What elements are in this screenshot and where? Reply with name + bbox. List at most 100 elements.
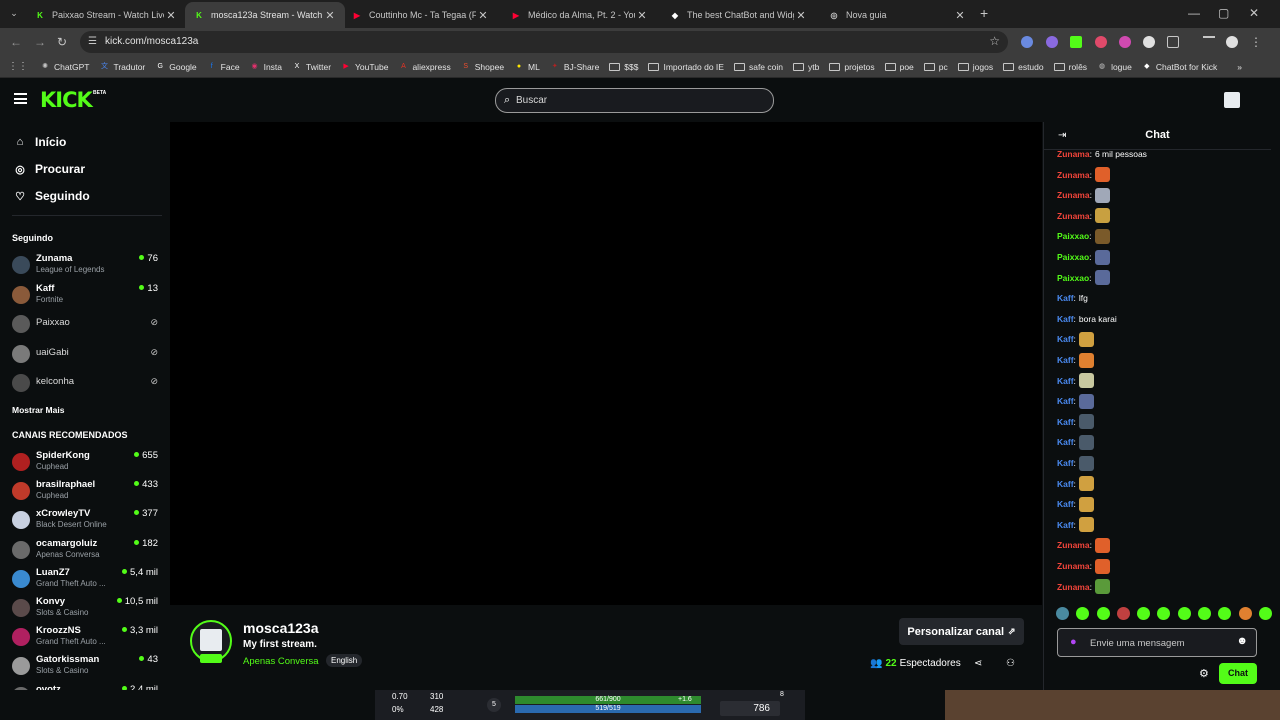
quick-emote[interactable] (1096, 607, 1110, 620)
new-tab-button[interactable]: + (980, 5, 988, 21)
forward-icon[interactable]: → (34, 35, 46, 49)
search-bar[interactable]: ⌕ (495, 88, 774, 113)
close-window-icon[interactable]: ✕ (1249, 6, 1259, 20)
chat-username[interactable]: Kaff (1057, 314, 1074, 324)
url-text[interactable]: kick.com/mosca123a (105, 36, 198, 47)
chat-username[interactable]: Kaff (1057, 376, 1074, 386)
bookmark-item[interactable]: Importado do IE (648, 62, 724, 72)
chat-username[interactable]: Zunama (1057, 211, 1090, 221)
extension-icon[interactable] (1143, 36, 1155, 48)
sidebar-channel[interactable]: SpiderKong Cuphead 655 (12, 450, 162, 478)
bookmark-item[interactable]: ✦ BJ-Share (550, 62, 599, 72)
chat-username[interactable]: Zunama (1057, 149, 1090, 159)
tab-close-icon[interactable]: ✕ (635, 9, 649, 22)
bookmark-item[interactable]: ytb (793, 62, 819, 72)
bookmark-item[interactable]: Aaliexpress (398, 62, 451, 72)
reload-icon[interactable]: ↻ (57, 35, 67, 49)
bookmark-item[interactable]: poe (884, 62, 914, 72)
chat-username[interactable]: Paixxao (1057, 231, 1089, 241)
browser-tab[interactable]: Kmosca123a Stream - Watch Live✕ (185, 2, 345, 28)
sidebar-channel[interactable]: Paixxao ⊘ (12, 312, 162, 340)
bookmark-item[interactable]: ● ML (514, 62, 540, 72)
show-more-link[interactable]: Mostrar Mais (12, 405, 64, 415)
share-icon[interactable]: ⋖ (974, 658, 982, 669)
sidebar-channel[interactable]: kelconha ⊘ (12, 371, 162, 399)
chat-username[interactable]: Kaff (1057, 520, 1074, 530)
bookmark-star-icon[interactable]: ☆ (989, 34, 1000, 48)
tab-close-icon[interactable]: ✕ (953, 9, 967, 22)
chat-username[interactable]: Paixxao (1057, 273, 1089, 283)
chat-username[interactable]: Kaff (1057, 334, 1074, 344)
sidebar-channel[interactable]: Konvy Slots & Casino 10,5 mil (12, 596, 162, 624)
tab-search-icon[interactable]: ⌄ (6, 5, 22, 21)
extension-icon[interactable] (1095, 36, 1107, 48)
back-icon[interactable]: ← (10, 35, 22, 49)
minimize-icon[interactable]: — (1188, 6, 1200, 20)
chat-username[interactable]: Kaff (1057, 355, 1074, 365)
quick-emote[interactable] (1056, 607, 1069, 620)
chat-username[interactable]: Zunama (1057, 190, 1090, 200)
kick-logo[interactable]: KICK (40, 88, 93, 112)
user-avatar[interactable] (1224, 92, 1240, 108)
browser-tab[interactable]: ◆ The best ChatBot and Widgets✕ (661, 2, 816, 28)
quick-emote[interactable] (1157, 607, 1171, 620)
apps-grid-icon[interactable]: ⋮⋮ (8, 61, 28, 72)
quick-emote[interactable] (1218, 607, 1232, 620)
sidebar-channel[interactable]: xCrowleyTV Black Desert Online 377 (12, 508, 162, 536)
tab-close-icon[interactable]: ✕ (323, 9, 337, 22)
nav-compass[interactable]: ◎ Procurar (12, 162, 85, 176)
tab-close-icon[interactable]: ✕ (794, 9, 808, 22)
bookmark-item[interactable]: 文 Tradutor (99, 62, 145, 72)
channel-name[interactable]: mosca123a (243, 620, 319, 636)
chat-username[interactable]: Kaff (1057, 293, 1074, 303)
emoji-icon[interactable]: ☻ (1236, 635, 1248, 647)
sidebar-channel[interactable]: Gatorkissman Slots & Casino 43 (12, 654, 162, 682)
quick-emote[interactable] (1238, 607, 1252, 620)
chat-username[interactable]: Kaff (1057, 499, 1074, 509)
bookmark-item[interactable]: safe coin (733, 62, 783, 72)
browser-tab[interactable]: ▶ Couttinho Mc - Ta Tegaa (Flow✕ (343, 2, 498, 28)
bookmark-item[interactable]: estudo (1003, 62, 1044, 72)
bookmark-item[interactable]: S Shopee (461, 62, 504, 72)
extension-icon[interactable] (1046, 36, 1058, 48)
chat-settings-icon[interactable]: ⚙ (1199, 667, 1209, 680)
bookmark-item[interactable]: rolês (1053, 62, 1087, 72)
browser-menu-icon[interactable]: ⋮ (1250, 35, 1262, 49)
site-info-icon[interactable]: ☰ (88, 36, 97, 47)
browser-tab[interactable]: K Paixxao Stream - Watch Live on✕ (26, 2, 186, 28)
bookmark-item[interactable]: G Google (155, 62, 197, 72)
menu-icon[interactable] (14, 93, 27, 104)
chat-username[interactable]: Kaff (1057, 458, 1074, 468)
bookmark-item[interactable]: ◆ ChatBot for Kick (1142, 62, 1217, 72)
search-input[interactable] (516, 92, 756, 109)
bookmark-item[interactable]: $$$ (609, 62, 638, 72)
bookmark-item[interactable]: ✺ ChatGPT (40, 62, 89, 72)
bookmark-item[interactable]: ▶ YouTube (341, 62, 388, 72)
bookmark-item[interactable]: jogos (957, 62, 993, 72)
chat-username[interactable]: Kaff (1057, 396, 1074, 406)
browser-tab[interactable]: ▶ Médico da Alma, Pt. 2 - YouTub✕ (502, 2, 657, 28)
chat-username[interactable]: Kaff (1057, 437, 1074, 447)
tab-close-icon[interactable]: ✕ (476, 9, 490, 22)
nav-home[interactable]: ⌂ Início (12, 135, 67, 149)
extension-icon[interactable] (1119, 36, 1131, 48)
kick-extension-icon[interactable] (1070, 36, 1082, 48)
bookmark-item[interactable]: pc (923, 62, 948, 72)
chat-input[interactable] (1090, 635, 1230, 651)
sidebar-channel[interactable]: Zunama League of Legends 76 (12, 253, 162, 281)
bookmark-item[interactable]: X Twitter (292, 62, 331, 72)
language-tag[interactable]: English (326, 654, 363, 667)
extension-icon[interactable] (1021, 36, 1033, 48)
video-player[interactable] (170, 122, 1042, 605)
sidebar-channel[interactable]: Kaff Fortnite 13 (12, 283, 162, 311)
bookmark-item[interactable]: projetos (829, 62, 875, 72)
quick-emote[interactable] (1177, 607, 1191, 620)
quick-emote[interactable] (1137, 607, 1151, 620)
bookmark-item[interactable]: f Face (207, 62, 240, 72)
customize-channel-button[interactable]: Personalizar canal ⇗ (899, 618, 1024, 645)
sidebar-channel[interactable]: uaiGabi ⊘ (12, 342, 162, 370)
sidebar-channel[interactable]: ocamargoluiz Apenas Conversa 182 (12, 538, 162, 566)
chat-username[interactable]: Zunama (1057, 170, 1090, 180)
media-control-icon[interactable] (1203, 36, 1215, 44)
chat-send-button[interactable]: Chat (1219, 663, 1257, 684)
